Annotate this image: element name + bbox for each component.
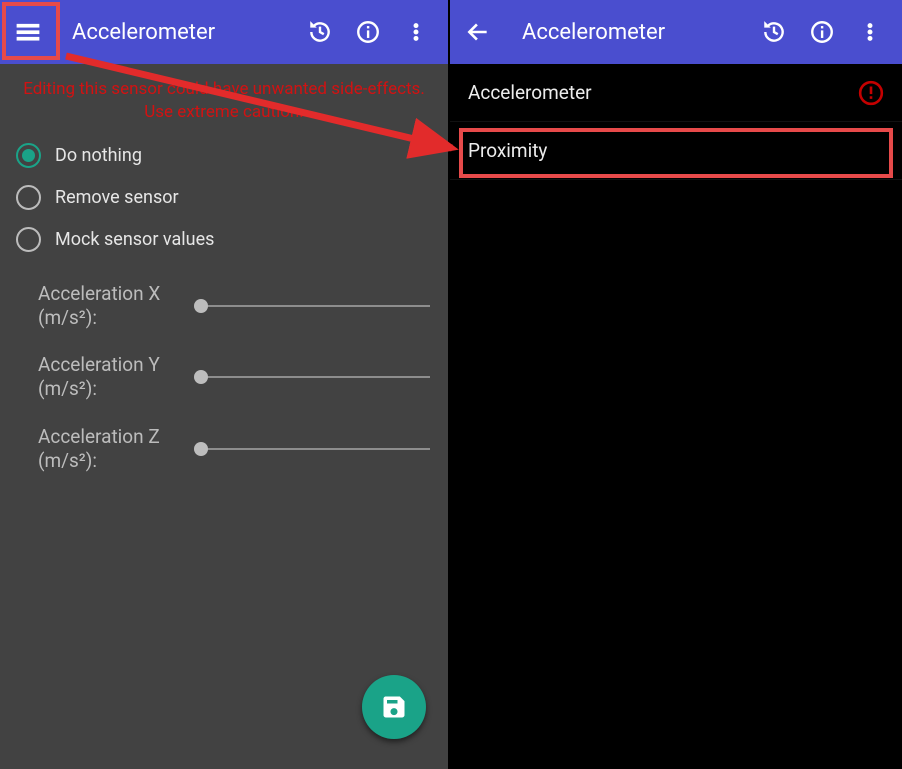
history-button[interactable]	[750, 8, 798, 56]
radio-do-nothing[interactable]: Do nothing	[8, 136, 440, 176]
slider-thumb[interactable]	[194, 299, 208, 313]
slider-thumb[interactable]	[194, 442, 208, 456]
list-item-label: Proximity	[468, 139, 547, 162]
radio-label: Do nothing	[55, 145, 142, 166]
overflow-button[interactable]	[846, 8, 894, 56]
radio-label: Remove sensor	[55, 187, 179, 208]
overflow-icon	[859, 19, 881, 45]
slider-label: Acceleration Z (m/s²):	[38, 425, 188, 473]
menu-icon	[15, 19, 41, 45]
list-item-proximity[interactable]: Proximity	[450, 122, 902, 180]
back-button[interactable]	[454, 8, 502, 56]
slider-track[interactable]	[200, 305, 430, 307]
slider-track[interactable]	[200, 448, 430, 450]
history-icon	[307, 19, 333, 45]
slider-accel-x[interactable]: Acceleration X (m/s²):	[38, 282, 436, 330]
slider-thumb[interactable]	[194, 370, 208, 384]
info-button[interactable]	[798, 8, 846, 56]
info-icon	[355, 19, 381, 45]
info-icon	[809, 19, 835, 45]
overflow-icon	[405, 19, 427, 45]
radio-indicator	[16, 143, 41, 168]
radio-remove-sensor[interactable]: Remove sensor	[8, 178, 440, 218]
radio-mock-values[interactable]: Mock sensor values	[8, 220, 440, 260]
appbar-right: Accelerometer	[450, 0, 902, 64]
slider-track[interactable]	[200, 376, 430, 378]
info-button[interactable]	[344, 8, 392, 56]
slider-group: Acceleration X (m/s²): Acceleration Y (m…	[0, 262, 448, 497]
sensor-list: Accelerometer Proximity	[450, 64, 902, 180]
menu-button[interactable]	[4, 8, 52, 56]
radio-group: Do nothing Remove sensor Mock sensor val…	[0, 132, 448, 262]
radio-indicator	[16, 227, 41, 252]
save-fab[interactable]	[362, 675, 426, 739]
slider-accel-z[interactable]: Acceleration Z (m/s²):	[38, 425, 436, 473]
radio-label: Mock sensor values	[55, 229, 214, 250]
history-button[interactable]	[296, 8, 344, 56]
warning-text: Editing this sensor could have unwanted …	[0, 64, 448, 132]
slider-label: Acceleration X (m/s²):	[38, 282, 188, 330]
warning-line-2: Use extreme caution.	[144, 102, 304, 122]
slider-accel-y[interactable]: Acceleration Y (m/s²):	[38, 353, 436, 401]
slider-label: Acceleration Y (m/s²):	[38, 353, 188, 401]
screen-sensor-detail: Accelerometer Editing this sensor could …	[0, 0, 450, 769]
save-icon	[380, 693, 408, 721]
overflow-button[interactable]	[392, 8, 440, 56]
alert-icon	[858, 80, 884, 106]
radio-indicator	[16, 185, 41, 210]
appbar-title-right: Accelerometer	[522, 20, 750, 45]
warning-line-1: Editing this sensor could have unwanted …	[23, 79, 425, 99]
history-icon	[761, 19, 787, 45]
appbar-title-left: Accelerometer	[72, 20, 296, 45]
list-item-accelerometer[interactable]: Accelerometer	[450, 64, 902, 122]
appbar-left: Accelerometer	[0, 0, 448, 64]
list-item-label: Accelerometer	[468, 81, 592, 104]
screen-sensor-list: Accelerometer Accelerometer	[450, 0, 902, 769]
back-icon	[465, 19, 491, 45]
